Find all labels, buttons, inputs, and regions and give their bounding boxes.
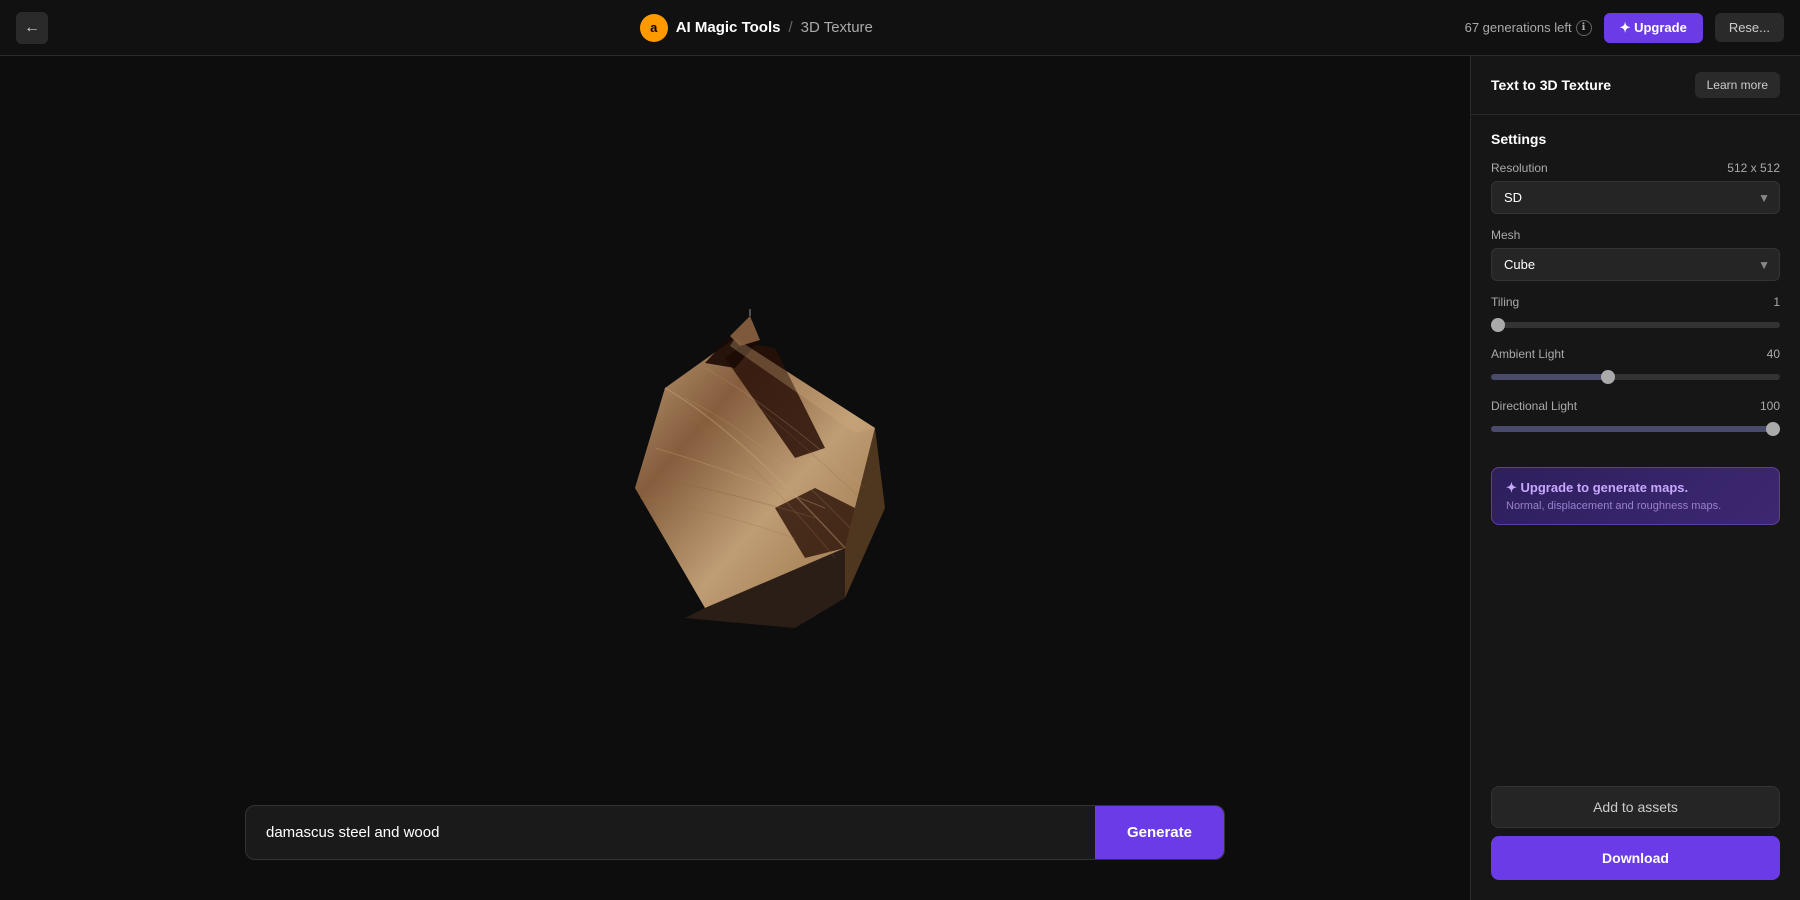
topbar-center: a AI Magic Tools / 3D Texture [48, 14, 1465, 42]
main-content: Generate Text to 3D Texture Learn more S… [0, 56, 1800, 900]
back-button[interactable]: ← [16, 12, 48, 44]
upgrade-banner-desc: Normal, displacement and roughness maps. [1506, 500, 1765, 512]
topbar-right: 67 generations left ℹ ✦ Upgrade Rese... [1465, 13, 1784, 43]
info-icon[interactable]: ℹ [1576, 20, 1592, 36]
action-section: Add to assets Download [1471, 786, 1800, 900]
3d-object [575, 308, 895, 648]
resolution-value: 512 x 512 [1727, 161, 1780, 175]
ambient-light-setting: Ambient Light 40 [1491, 347, 1780, 385]
topbar-left: ← [16, 12, 48, 44]
generations-count: 67 generations left ℹ [1465, 20, 1592, 36]
settings-title: Settings [1491, 131, 1780, 147]
prompt-input[interactable] [246, 806, 1095, 859]
ambient-light-slider[interactable] [1491, 374, 1780, 380]
app-name: AI Magic Tools [676, 19, 781, 36]
reset-button[interactable]: Rese... [1715, 13, 1784, 42]
prompt-bar: Generate [245, 805, 1225, 860]
mesh-setting: Mesh Cube Sphere Plane Cylinder ▼ [1491, 228, 1780, 281]
tiling-setting: Tiling 1 [1491, 295, 1780, 333]
learn-more-button[interactable]: Learn more [1695, 72, 1780, 98]
directional-light-setting: Directional Light 100 [1491, 399, 1780, 437]
resolution-dropdown-wrapper: SD HD 2K ▼ [1491, 181, 1780, 214]
mesh-dropdown[interactable]: Cube Sphere Plane Cylinder [1491, 248, 1780, 281]
tiling-slider[interactable] [1491, 322, 1780, 328]
resolution-setting: Resolution 512 x 512 SD HD 2K ▼ [1491, 161, 1780, 214]
avatar: a [640, 14, 668, 42]
mesh-label: Mesh [1491, 228, 1520, 242]
settings-section: Settings Resolution 512 x 512 SD HD 2K ▼ [1471, 115, 1800, 467]
tiling-label: Tiling [1491, 295, 1519, 309]
right-panel: Text to 3D Texture Learn more Settings R… [1470, 56, 1800, 900]
ambient-light-value: 40 [1767, 347, 1780, 361]
upgrade-banner: ✦ Upgrade to generate maps. Normal, disp… [1491, 467, 1780, 525]
upgrade-button[interactable]: ✦ Upgrade [1604, 13, 1703, 43]
resolution-label: Resolution [1491, 161, 1548, 175]
panel-title: Text to 3D Texture [1491, 77, 1611, 93]
add-to-assets-button[interactable]: Add to assets [1491, 786, 1780, 828]
mesh-dropdown-wrapper: Cube Sphere Plane Cylinder ▼ [1491, 248, 1780, 281]
directional-light-slider[interactable] [1491, 426, 1780, 432]
generate-button[interactable]: Generate [1095, 806, 1224, 859]
directional-light-label: Directional Light [1491, 399, 1577, 413]
download-button[interactable]: Download [1491, 836, 1780, 880]
topbar: ← a AI Magic Tools / 3D Texture 67 gener… [0, 0, 1800, 56]
breadcrumb-page: 3D Texture [801, 19, 873, 36]
panel-header: Text to 3D Texture Learn more [1471, 56, 1800, 115]
canvas-area: Generate [0, 56, 1470, 900]
upgrade-banner-title: ✦ Upgrade to generate maps. [1506, 480, 1765, 496]
resolution-dropdown[interactable]: SD HD 2K [1491, 181, 1780, 214]
breadcrumb-separator: / [788, 19, 792, 36]
ambient-light-label: Ambient Light [1491, 347, 1564, 361]
tiling-value: 1 [1773, 295, 1780, 309]
directional-light-value: 100 [1760, 399, 1780, 413]
